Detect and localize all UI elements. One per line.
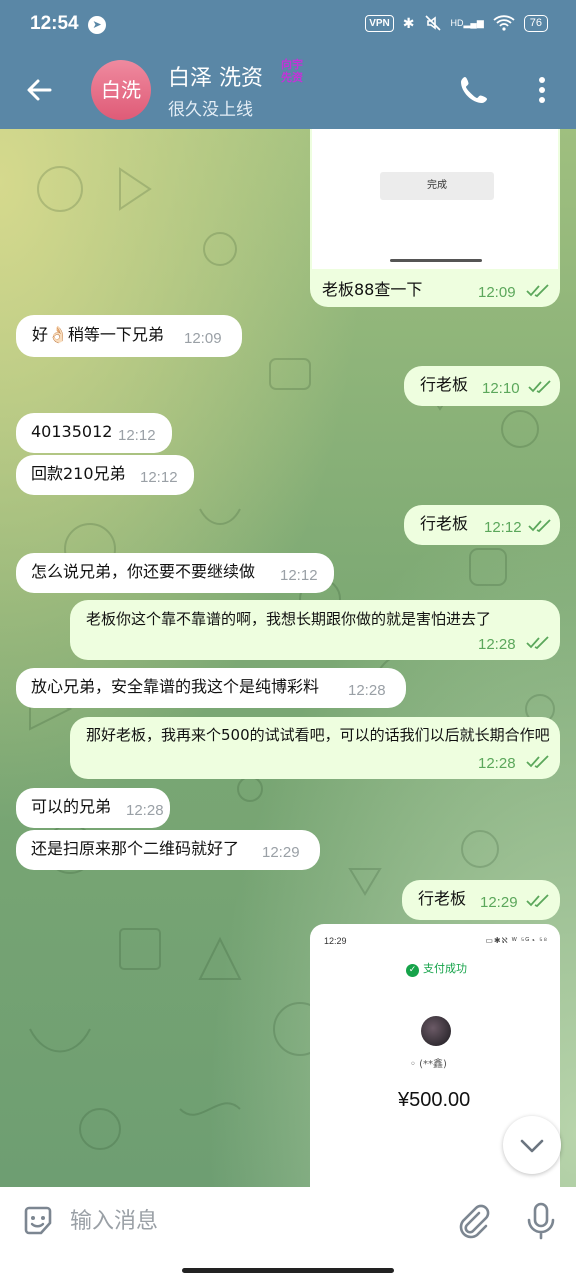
- payment-success: ✓ 支付成功: [406, 960, 467, 977]
- message-time: 12:29: [480, 894, 518, 911]
- message-text: 那好老板，我再来个500的试试看吧，可以的话我们以后就长期合作吧: [86, 726, 550, 744]
- phone-icon[interactable]: [456, 72, 492, 108]
- incoming-message[interactable]: 可以的兄弟 12:28: [16, 788, 170, 828]
- check-circle-icon: ✓: [406, 964, 419, 977]
- battery-icon: 76: [523, 14, 548, 32]
- message-text: 放心兄弟，安全靠谱的我这个是纯博彩料: [31, 677, 320, 696]
- back-arrow-icon[interactable]: [20, 70, 60, 110]
- message-time: 12:12: [118, 427, 156, 444]
- status-time: 12:54: [30, 13, 79, 34]
- image-status-time: 12:29: [324, 936, 347, 946]
- incoming-message[interactable]: 放心兄弟，安全靠谱的我这个是纯博彩料 12:28: [16, 668, 406, 708]
- double-check-icon: [528, 380, 551, 394]
- outgoing-image-message[interactable]: 完成 老板88查一下 12:09: [310, 129, 560, 307]
- bluetooth-icon: ✱: [402, 14, 415, 31]
- message-time: 12:12: [280, 567, 318, 584]
- wifi-icon: [493, 15, 515, 31]
- message-text: 回款210兄弟: [31, 464, 126, 483]
- payee-avatar: [421, 1016, 451, 1046]
- message-text: 怎么说兄弟，你还要不要继续做: [31, 562, 256, 581]
- screenshot-image[interactable]: 完成: [312, 129, 558, 269]
- telegram-notification-icon: ➤: [88, 16, 106, 34]
- payment-amount: ¥500.00: [398, 1089, 471, 1111]
- message-time: 12:29: [262, 844, 300, 861]
- outgoing-message[interactable]: 行老板 12:10: [404, 366, 560, 406]
- chevron-down-icon: [520, 1139, 544, 1153]
- double-check-icon: [526, 894, 549, 908]
- message-time: 12:28: [478, 636, 516, 653]
- message-text: 老板你这个靠不靠谱的啊，我想长期跟你做的就是害怕进去了: [86, 610, 492, 628]
- outgoing-message[interactable]: 老板你这个靠不靠谱的啊，我想长期跟你做的就是害怕进去了 12:28: [70, 600, 560, 660]
- message-time: 12:10: [482, 380, 520, 397]
- gesture-navigation-bar[interactable]: [182, 1268, 394, 1273]
- message-text: 行老板: [420, 375, 469, 394]
- message-time: 12:28: [348, 682, 386, 699]
- message-input-bar: [0, 1187, 576, 1280]
- double-check-icon: [528, 519, 551, 533]
- incoming-message[interactable]: 怎么说兄弟，你还要不要继续做 12:12: [16, 553, 334, 593]
- more-vertical-icon[interactable]: [528, 74, 556, 106]
- signal-icon: HD▂▄▆: [450, 17, 484, 28]
- status-bar: 12:54 ➤ VPN ✱ HD▂▄▆ 76: [0, 0, 576, 52]
- incoming-message[interactable]: 好👌🏻稍等一下兄弟 12:09: [16, 315, 242, 357]
- vpn-icon: VPN: [365, 14, 394, 32]
- message-text: 好👌🏻稍等一下兄弟: [32, 325, 164, 344]
- message-time: 12:28: [126, 802, 164, 819]
- outgoing-message[interactable]: 行老板 12:12: [404, 505, 560, 545]
- message-text: 老板88查一下: [322, 280, 423, 299]
- message-time: 12:09: [478, 284, 516, 301]
- message-text: 40135012: [31, 422, 113, 441]
- sticker-icon[interactable]: [20, 1203, 56, 1239]
- message-time: 12:28: [478, 755, 516, 772]
- incoming-message[interactable]: 回款210兄弟 12:12: [16, 455, 194, 495]
- message-time: 12:12: [484, 519, 522, 536]
- message-text: 行老板: [418, 889, 467, 908]
- outgoing-message[interactable]: 行老板 12:29: [402, 880, 560, 920]
- message-text: 行老板: [420, 514, 469, 533]
- message-time: 12:09: [184, 330, 222, 347]
- chat-title[interactable]: 白泽 洗资: [168, 60, 263, 92]
- title-decoration: 向宇 先资: [281, 58, 303, 84]
- double-check-icon: [526, 755, 549, 769]
- message-input[interactable]: [70, 1203, 440, 1239]
- status-icons: VPN ✱ HD▂▄▆ 76: [365, 14, 548, 32]
- incoming-message[interactable]: 40135012 12:12: [16, 413, 172, 453]
- incoming-message[interactable]: 还是扫原来那个二维码就好了 12:29: [16, 830, 320, 870]
- avatar-initials: 白洗: [101, 78, 141, 102]
- image-done-button: 完成: [380, 172, 494, 200]
- message-text: 还是扫原来那个二维码就好了: [31, 839, 240, 858]
- message-text: 可以的兄弟: [31, 797, 112, 816]
- mute-icon: [424, 15, 441, 31]
- last-seen-status: 很久没上线: [168, 100, 253, 120]
- chat-avatar[interactable]: 白洗: [91, 60, 151, 120]
- double-check-icon: [526, 284, 549, 298]
- double-check-icon: [526, 636, 549, 650]
- image-home-indicator: [390, 259, 482, 262]
- image-status-icons: ▭✱ℵ ᵂ ⁵ᴳ◔ ⁵⁸: [485, 936, 548, 945]
- payee-name: ◦ (**鑫): [410, 1059, 447, 1070]
- paperclip-icon[interactable]: [455, 1203, 491, 1239]
- scroll-to-bottom-button[interactable]: [503, 1116, 561, 1174]
- message-time: 12:12: [140, 469, 178, 486]
- outgoing-message[interactable]: 那好老板，我再来个500的试试看吧，可以的话我们以后就长期合作吧 12:28: [70, 717, 560, 779]
- microphone-icon[interactable]: [524, 1201, 558, 1241]
